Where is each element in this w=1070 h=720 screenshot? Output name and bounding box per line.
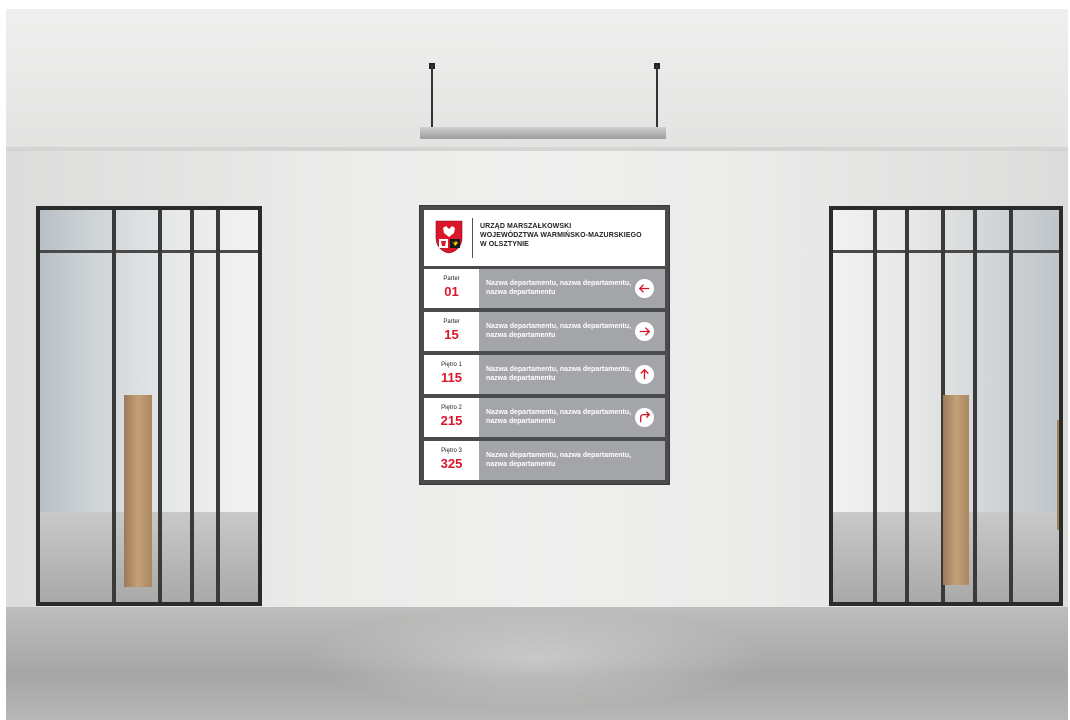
- floor-reflection: [306, 609, 766, 709]
- room-number: 115: [441, 370, 462, 385]
- room-number: 215: [440, 413, 463, 428]
- floor-label: Parter: [443, 319, 460, 325]
- right-glass-door: [829, 206, 1063, 606]
- right-door-mullion: [973, 210, 977, 602]
- floor-label: Piętro 1: [441, 362, 462, 368]
- room-number: 01: [444, 284, 459, 299]
- lamp-wire: [431, 65, 433, 131]
- institution-name: URZĄD MARSZAŁKOWSKI WOJEWÓDZTWA WARMIŃSK…: [480, 222, 660, 249]
- left-door-mullion: [216, 210, 220, 602]
- arrow-up-icon: [634, 364, 655, 385]
- directory-row: Piętro 3 325 Nazwa departamentu, nazwa d…: [424, 441, 665, 480]
- room-cell: Piętro 2 215: [424, 398, 479, 437]
- arrow-right-icon: [634, 321, 655, 342]
- department-names: Nazwa departamentu, nazwa departamentu, …: [486, 280, 632, 296]
- room-number: 15: [444, 327, 459, 342]
- left-door-mullion: [112, 210, 116, 602]
- right-wood-door: [1057, 420, 1059, 530]
- left-door-mullion: [190, 210, 194, 602]
- department-names: Nazwa departamentu, nazwa departamentu, …: [486, 323, 632, 339]
- right-door-transom: [833, 250, 1059, 253]
- room-cell: Parter 01: [424, 269, 479, 308]
- pendant-lamp: [420, 127, 666, 139]
- header-divider: [472, 218, 473, 258]
- department-cell: Nazwa departamentu, nazwa departamentu, …: [479, 398, 665, 437]
- room-cell: Piętro 3 325: [424, 441, 479, 480]
- right-door-mullion: [1009, 210, 1013, 602]
- arrow-left-icon: [634, 278, 655, 299]
- department-cell: Nazwa departamentu, nazwa departamentu, …: [479, 441, 665, 480]
- directory-row: Piętro 2 215 Nazwa departamentu, nazwa d…: [424, 398, 665, 437]
- right-door-mullion: [873, 210, 877, 602]
- left-door-transom: [40, 250, 258, 253]
- institution-name-line: URZĄD MARSZAŁKOWSKI: [480, 223, 572, 230]
- coat-of-arms-icon: [435, 220, 463, 254]
- directory-row: Piętro 1 115 Nazwa departamentu, nazwa d…: [424, 355, 665, 394]
- department-names: Nazwa departamentu, nazwa departamentu, …: [486, 366, 632, 382]
- room-number: 325: [440, 456, 463, 471]
- left-glass-door: [36, 206, 262, 606]
- room-cell: Piętro 1 115: [424, 355, 479, 394]
- institution-name-line: W OLSZTYNIE: [480, 241, 529, 248]
- left-door-mullion: [158, 210, 162, 602]
- department-cell: Nazwa departamentu, nazwa departamentu, …: [479, 355, 665, 394]
- floor-label: Piętro 3: [441, 448, 462, 454]
- department-cell: Nazwa departamentu, nazwa departamentu, …: [479, 312, 665, 351]
- directory-sign: URZĄD MARSZAŁKOWSKI WOJEWÓDZTWA WARMIŃSK…: [419, 205, 670, 485]
- department-cell: Nazwa departamentu, nazwa departamentu, …: [479, 269, 665, 308]
- sign-header: URZĄD MARSZAŁKOWSKI WOJEWÓDZTWA WARMIŃSK…: [424, 210, 665, 266]
- left-wood-door: [124, 395, 152, 587]
- directory-row: Parter 01 Nazwa departamentu, nazwa depa…: [424, 269, 665, 308]
- room-cell: Parter 15: [424, 312, 479, 351]
- wall-ceiling-edge: [6, 147, 1068, 151]
- institution-name-line: WOJEWÓDZTWA WARMIŃSKO-MAZURSKIEGO: [480, 232, 642, 239]
- floor-label: Piętro 2: [441, 405, 462, 411]
- department-names: Nazwa departamentu, nazwa departamentu, …: [486, 409, 632, 425]
- right-wood-door: [943, 395, 969, 585]
- department-names: Nazwa departamentu, nazwa departamentu, …: [486, 452, 632, 468]
- lamp-wire: [656, 65, 658, 131]
- arrow-turn-right-icon: [634, 407, 655, 428]
- directory-row: Parter 15 Nazwa departamentu, nazwa depa…: [424, 312, 665, 351]
- floor-label: Parter: [443, 276, 460, 282]
- right-door-mullion: [905, 210, 909, 602]
